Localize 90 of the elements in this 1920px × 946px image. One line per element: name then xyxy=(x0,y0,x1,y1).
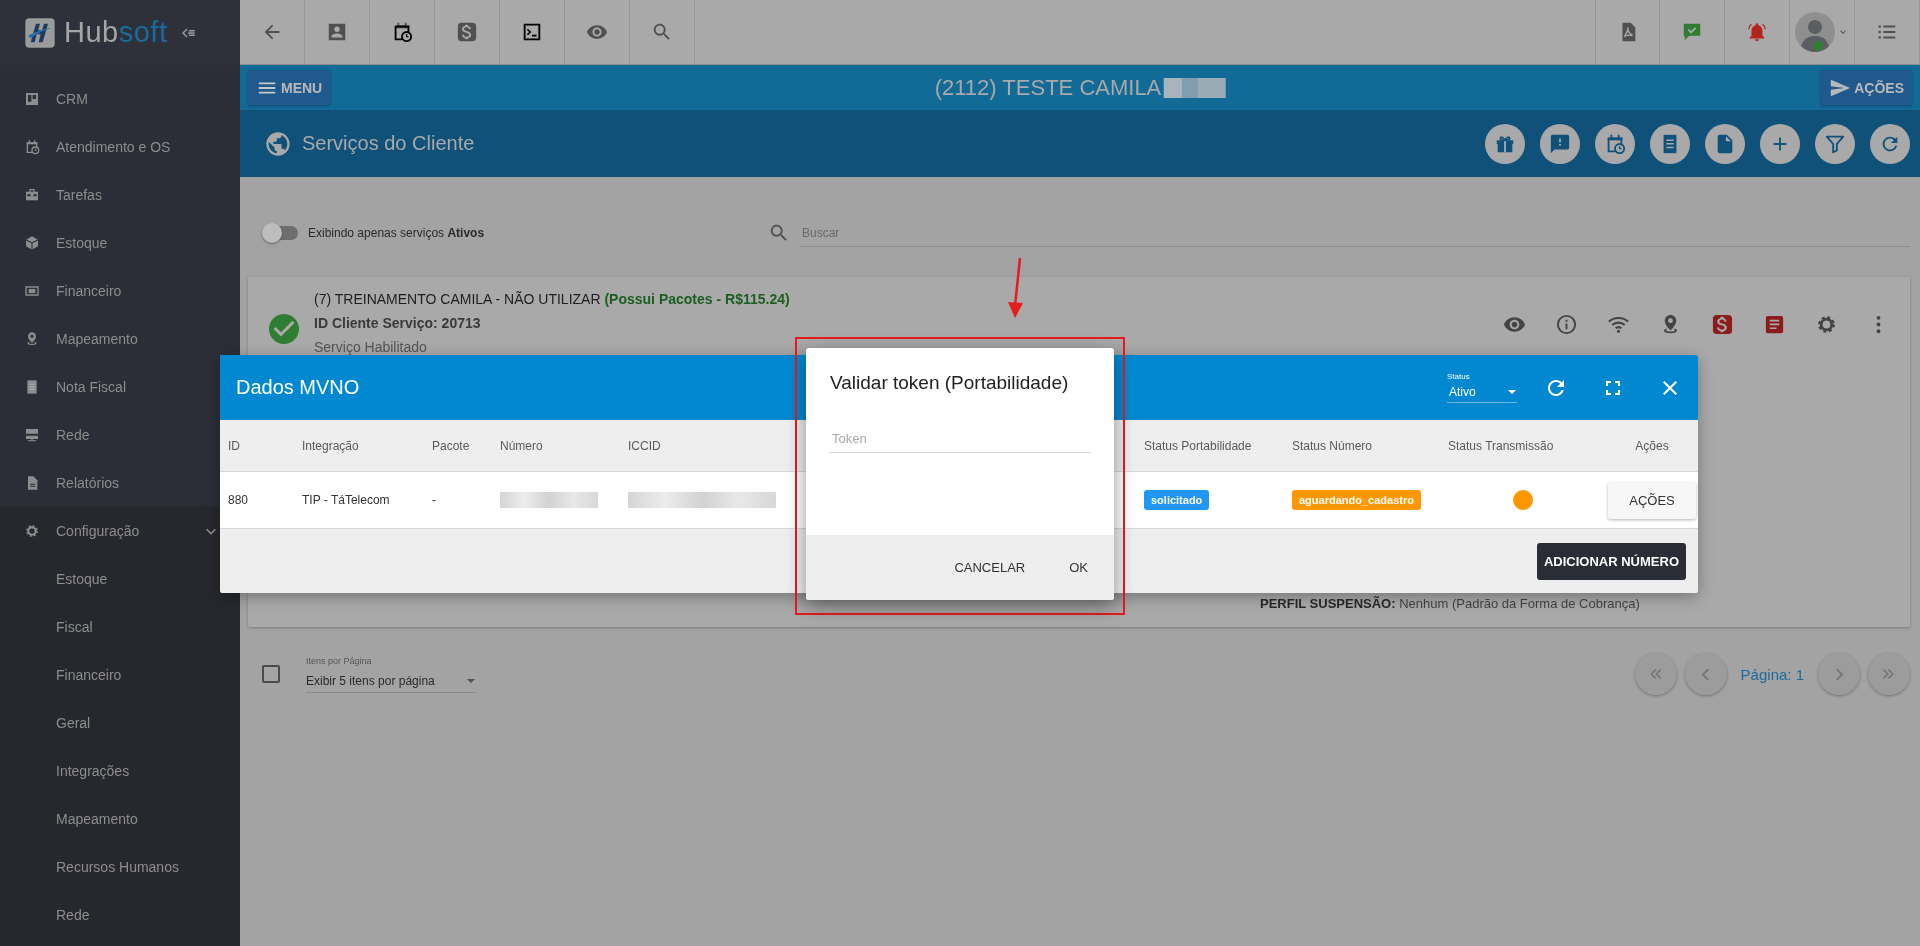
column-header: Status Portabilidade xyxy=(1144,438,1252,453)
search-icon xyxy=(768,222,790,244)
add-number-button[interactable]: ADICIONAR NÚMERO xyxy=(1536,542,1686,580)
sidebar-subitem[interactable]: Fiscal xyxy=(0,603,216,651)
cancel-button[interactable]: CANCELAR xyxy=(942,552,1038,583)
round-button[interactable] xyxy=(1595,123,1635,164)
sidebar-item[interactable]: Atendimento e OS xyxy=(0,123,216,171)
ok-button[interactable]: OK xyxy=(1057,552,1100,583)
server-icon xyxy=(24,427,40,443)
dollar-icon xyxy=(456,21,478,43)
column-header: Integração xyxy=(302,438,359,453)
terminal-icon xyxy=(521,21,543,43)
suspension-profile: PERFIL SUSPENSÃO: Nenhum (Padrão da Forma de Cobrança) xyxy=(1260,596,1641,611)
search-icon xyxy=(651,21,673,43)
dollar-icon[interactable] xyxy=(1711,313,1734,336)
document-icon[interactable] xyxy=(1763,313,1786,336)
actions-button[interactable]: AÇÕES xyxy=(1821,70,1912,105)
dialog-title: Validar token (Portabilidade) xyxy=(830,372,1070,394)
sidebar-item[interactable]: Rede xyxy=(0,411,216,459)
toggle-switch[interactable] xyxy=(264,226,298,240)
round-button[interactable] xyxy=(1540,123,1580,164)
sidebar-item[interactable]: Relatórios xyxy=(0,459,216,507)
sidebar-item[interactable]: Mapeamento xyxy=(0,315,216,363)
toggle-label: Exibindo apenas serviços Ativos xyxy=(308,226,486,240)
column-header: Ações xyxy=(1635,438,1669,453)
settings-icon xyxy=(24,523,40,539)
client-title: (2112) TESTE CAMILA xyxy=(934,74,1162,101)
round-button[interactable] xyxy=(1760,123,1800,164)
table-cell-text: 880 xyxy=(228,493,250,507)
service-id: ID Cliente Serviço: 20713 xyxy=(314,315,482,331)
calendar-icon xyxy=(24,139,40,155)
banknote-icon xyxy=(24,283,40,299)
document-icon xyxy=(24,379,40,395)
status-badge: solicitado xyxy=(1144,490,1210,510)
per-page-select[interactable]: Itens por Página Exibir 5 itens por página xyxy=(306,655,476,693)
contact-icon xyxy=(326,21,348,43)
avatar-icon xyxy=(1795,12,1835,52)
column-header: ICCID xyxy=(628,438,661,453)
blurred-text xyxy=(1163,77,1226,98)
info-icon[interactable] xyxy=(1555,313,1578,336)
page-indicator: Página: 1 xyxy=(1740,665,1804,683)
select-all-checkbox[interactable] xyxy=(262,665,280,683)
service-status: Serviço Habilitado xyxy=(314,339,428,355)
sidebar-item[interactable]: CRM xyxy=(0,65,216,123)
logo-icon xyxy=(24,16,56,49)
modal-title: Dados MVNO xyxy=(236,376,360,399)
sidebar-subitem[interactable]: Recursos Humanos xyxy=(0,843,216,891)
column-header: Status Número xyxy=(1292,438,1373,453)
sidebar-item[interactable]: Nota Fiscal xyxy=(0,363,216,411)
sidebar-subitem[interactable]: Integrações xyxy=(0,747,216,795)
board-icon xyxy=(24,91,40,107)
status-badge: aguardando_cadastro xyxy=(1292,490,1421,510)
sidebar-subitem[interactable]: Mapeamento xyxy=(0,795,216,843)
column-header: Status Transmissão xyxy=(1448,438,1554,453)
column-header: Pacote xyxy=(432,438,470,453)
settings-icon[interactable] xyxy=(1815,313,1838,336)
chevron-right-icon xyxy=(1834,667,1844,681)
sidebar-item[interactable]: Tarefas xyxy=(0,171,216,219)
column-header: ID xyxy=(228,438,240,453)
status-select[interactable]: Status Ativo xyxy=(1447,372,1517,403)
dropdown-icon xyxy=(1507,389,1517,395)
column-header: Número xyxy=(500,438,543,453)
alert-message-icon xyxy=(1549,132,1571,155)
toolbar-button[interactable] xyxy=(1595,0,1660,64)
menu-button[interactable]: MENU xyxy=(248,70,331,105)
round-button[interactable] xyxy=(1870,123,1910,164)
service-title: (7) TREINAMENTO CAMILA - NÃO UTILIZAR (Possui Pacotes - R$115.24) xyxy=(314,291,790,307)
round-button[interactable] xyxy=(1815,123,1855,164)
sidebar-item[interactable]: Configuração xyxy=(0,507,216,555)
bell-icon xyxy=(1746,21,1768,43)
round-button[interactable] xyxy=(1650,123,1690,164)
logo-text: Hubsoft xyxy=(64,16,168,49)
search-field[interactable]: Buscar xyxy=(800,219,1910,247)
sidebar-subitem[interactable]: Estoque xyxy=(0,555,216,603)
chevron-left-icon xyxy=(1701,667,1711,681)
box-icon xyxy=(24,235,40,251)
sidebar-item[interactable]: Estoque xyxy=(0,219,216,267)
round-button[interactable] xyxy=(1705,123,1745,164)
sidebar-subitem[interactable]: Geral xyxy=(0,699,216,747)
sidebar-subitem[interactable]: Rede xyxy=(0,891,216,939)
section-title: Serviços do Cliente xyxy=(302,132,475,155)
sidebar-item[interactable]: Financeiro xyxy=(0,267,216,315)
sidebar-subitem[interactable]: Financeiro xyxy=(0,651,216,699)
round-button[interactable] xyxy=(1485,123,1525,164)
table-cell-text: TIP - TáTelecom xyxy=(302,493,391,507)
actions-button[interactable]: AÇÕES xyxy=(1608,481,1696,519)
table-cell-text: - xyxy=(432,493,437,507)
globe-icon xyxy=(264,129,292,158)
briefcase-icon xyxy=(24,187,40,203)
dropdown-icon xyxy=(466,677,476,684)
